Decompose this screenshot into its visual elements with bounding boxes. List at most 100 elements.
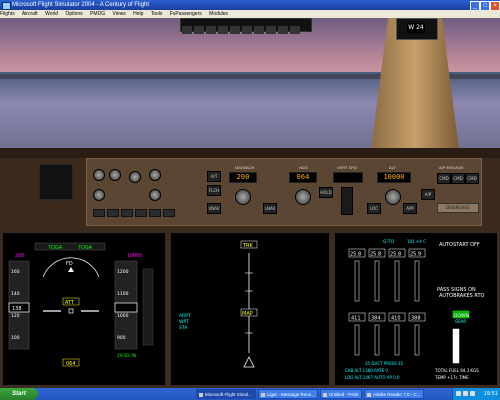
toolbar-button[interactable]: [206, 26, 216, 34]
menu-world[interactable]: World: [45, 11, 58, 17]
epr-bar-3: [394, 260, 400, 302]
vertical-speed-indicator: [142, 268, 154, 346]
tat-temp: TEMP +17c TIME: [434, 375, 469, 380]
ias-knob[interactable]: [235, 189, 251, 205]
toolbar-button[interactable]: [182, 26, 192, 34]
menu-options[interactable]: Options: [65, 11, 82, 17]
flch-button[interactable]: FLCH: [207, 185, 221, 196]
efis-range-knob[interactable]: [93, 169, 105, 181]
pfd-graphics: TOGA TOGA 200 10000 160 140 120 100 138 …: [8, 242, 154, 367]
at-arm-button[interactable]: A/T: [207, 171, 221, 182]
speed-tick: 120: [11, 313, 20, 319]
mins-knob[interactable]: [129, 171, 141, 183]
vs-window: [333, 172, 363, 183]
efis-button[interactable]: [107, 209, 119, 217]
menu-bar: Flights Aircraft World Options PMDG View…: [0, 10, 500, 18]
menu-fspassengers[interactable]: FsPassengers: [170, 11, 202, 17]
efis-button[interactable]: [93, 209, 105, 217]
ap-left-button[interactable]: CMD: [437, 173, 451, 184]
vs-label: VERT SPD: [337, 165, 357, 170]
ap-right-button[interactable]: CMD: [465, 173, 479, 184]
tray-icon[interactable]: [456, 391, 461, 396]
task-paint[interactable]: Untitled - Paint: [320, 389, 362, 399]
title-bar: Microsoft Flight Simulator 2004 - A Cent…: [0, 0, 500, 11]
baro-knob[interactable]: [149, 169, 161, 181]
vnav-button[interactable]: VNAV: [207, 203, 221, 214]
panel-toolbar[interactable]: [180, 18, 312, 34]
toolbar-button[interactable]: [230, 26, 240, 34]
tray-icon[interactable]: [463, 391, 468, 396]
cabin-alt: CAB ALT 1380 RATE 0: [345, 368, 388, 373]
efis-button[interactable]: [135, 209, 147, 217]
disengage-bar[interactable]: DISENGAGE: [437, 203, 479, 213]
epr-3: 25.8: [390, 252, 401, 258]
toolbar-button[interactable]: [266, 26, 276, 34]
volume-icon[interactable]: [470, 391, 475, 396]
ap-button[interactable]: A/P: [421, 189, 435, 200]
epr-1: 25.8: [350, 252, 361, 258]
efis-button[interactable]: [163, 209, 175, 217]
alt-tick: 1000: [117, 313, 129, 319]
total-fuel: TOTAL FUEL 94.3 KGS: [434, 368, 479, 373]
alt-label: ALT: [389, 165, 397, 170]
ias-current: 138: [12, 306, 22, 312]
autostart-status: AUTOSTART OFF: [439, 242, 480, 248]
task-adobe-reader[interactable]: Adobe Reader 7.0 - C...: [364, 389, 424, 399]
alt-bug-readout: 10000: [127, 253, 142, 259]
menu-help[interactable]: Help: [133, 11, 143, 17]
menu-modules[interactable]: Modules: [209, 11, 228, 17]
alt-window: 10000: [377, 172, 411, 183]
lnav-button[interactable]: LNAV: [263, 203, 277, 214]
landing-alt: LDG ALT 1467 AUTO AP 0.0: [345, 375, 400, 380]
menu-tools[interactable]: Tools: [151, 11, 163, 17]
app-button[interactable]: APP: [403, 203, 417, 214]
app-icon: [2, 2, 11, 10]
efis-button[interactable]: [121, 209, 133, 217]
efis-button[interactable]: [149, 209, 161, 217]
menu-pmdg[interactable]: PMDG: [90, 11, 105, 17]
speed-tick: 100: [11, 335, 20, 341]
start-button[interactable]: Start: [0, 388, 38, 400]
toolbar-button[interactable]: [218, 26, 228, 34]
task-flight-sim[interactable]: Microsoft Flight Simul...: [196, 389, 256, 399]
menu-flights[interactable]: Flights: [0, 11, 15, 17]
alt-tick: 900: [117, 335, 126, 341]
msg-autobrakes: AUTOBRAKES RTO: [439, 293, 485, 299]
ap-engage-label: A/P ENGAGE: [439, 165, 464, 170]
eicas-graphics: G-TO 101 +4 C AUTOSTART OFF 25.8 25.8 25…: [345, 239, 485, 380]
ap-center-button[interactable]: CMD: [451, 173, 465, 184]
menu-aircraft[interactable]: Aircraft: [22, 11, 38, 17]
vor-adf-left-knob[interactable]: [93, 189, 105, 201]
clock-display: [38, 163, 74, 201]
loc-button[interactable]: LOC: [367, 203, 381, 214]
hdg-knob[interactable]: [295, 189, 311, 205]
att-flag: ATT: [65, 300, 75, 306]
menu-views[interactable]: Views: [112, 11, 125, 17]
clock[interactable]: 19:51: [484, 388, 498, 400]
nd-legend-arpt: ARPT: [179, 313, 191, 319]
toolbar-button[interactable]: [242, 26, 252, 34]
thrust-ref-mode: G-TO: [383, 239, 394, 245]
primary-flight-display: TOGA TOGA 200 10000 160 140 120 100 138 …: [0, 230, 168, 388]
toolbar-button[interactable]: [254, 26, 264, 34]
task-message[interactable]: Ligar - Message Rece...: [258, 389, 318, 399]
vor-adf-right-knob[interactable]: [149, 189, 161, 201]
alt-tick: 1200: [117, 269, 129, 275]
toolbar-button[interactable]: [290, 26, 300, 34]
hdg-window: 064: [289, 172, 317, 183]
toolbar-button[interactable]: [278, 26, 288, 34]
duct-press: 35 DUCT PRESS 35: [365, 361, 403, 366]
mode-control-panel: IAS/MACH 200 A/T FLCH VNAV LNAV HDG 064 …: [86, 158, 482, 226]
n1-1: 411: [351, 316, 361, 322]
epr-bar-1: [354, 260, 360, 302]
eicas-display: G-TO 101 +4 C AUTOSTART OFF 25.8 25.8 25…: [332, 230, 500, 388]
hdg-hold-button[interactable]: HOLD: [319, 187, 333, 198]
navigation-display: TRK MAP ARPT WPT STA: [168, 230, 332, 388]
alt-knob[interactable]: [385, 189, 401, 205]
standby-compass: W 24: [396, 18, 438, 40]
vs-thumbwheel[interactable]: [341, 187, 353, 215]
epr-bar-2: [374, 260, 380, 302]
efis-mode-knob[interactable]: [109, 169, 121, 181]
bank-pointer: [68, 267, 74, 272]
toolbar-button[interactable]: [194, 26, 204, 34]
